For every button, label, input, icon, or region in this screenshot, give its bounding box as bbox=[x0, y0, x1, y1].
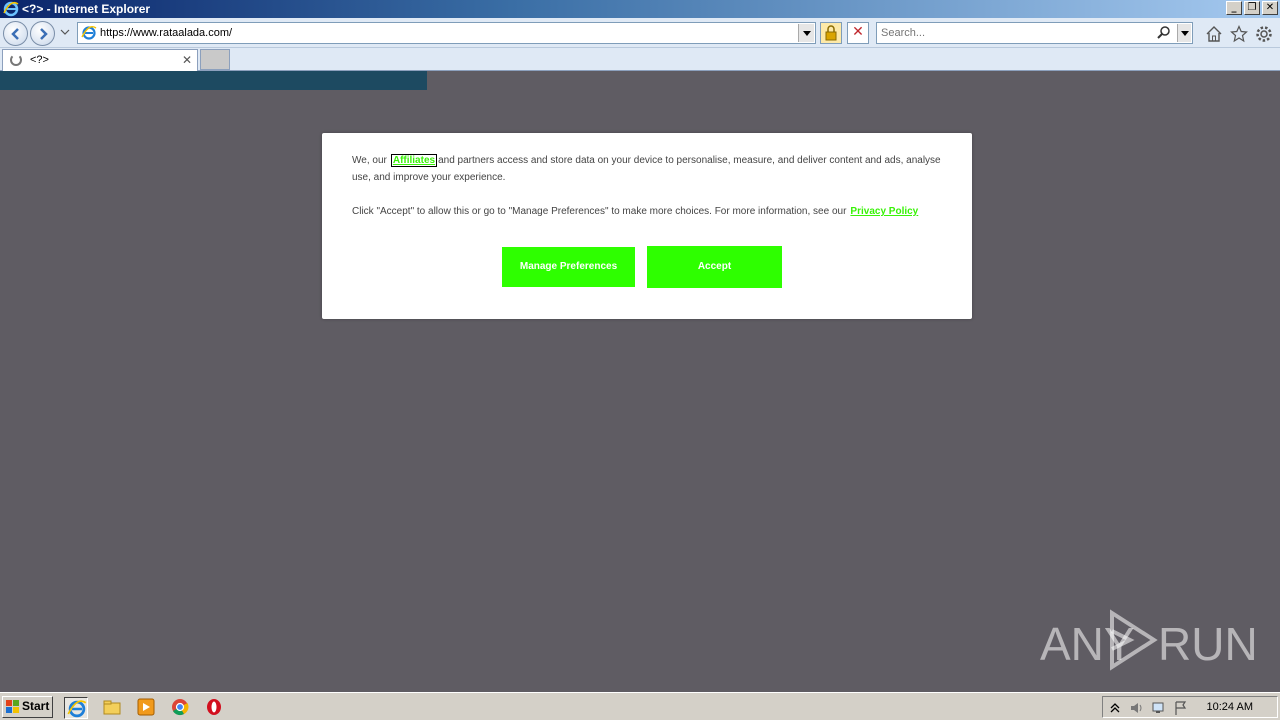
watermark-right-text: RUN bbox=[1158, 618, 1258, 670]
consent-text-suffix: and partners access and store data on yo… bbox=[352, 155, 941, 183]
start-button[interactable]: Start bbox=[2, 696, 53, 718]
action-center-flag-icon[interactable] bbox=[1173, 700, 1189, 716]
title-bar: <?> - Internet Explorer _ ❐ ✕ bbox=[0, 0, 1280, 18]
home-icon[interactable] bbox=[1205, 25, 1223, 43]
navigation-bar: https://www.rataalada.com/ ✕ bbox=[0, 18, 1280, 48]
affiliates-link[interactable]: Affiliates bbox=[390, 154, 438, 167]
favorites-star-icon[interactable] bbox=[1230, 25, 1248, 43]
windows-flag-icon bbox=[6, 700, 19, 713]
forward-icon bbox=[40, 28, 48, 40]
network-icon[interactable] bbox=[1151, 700, 1167, 716]
taskbar-media-player[interactable] bbox=[136, 697, 160, 719]
tab-title: <?> bbox=[30, 54, 49, 66]
minimize-button[interactable]: _ bbox=[1226, 1, 1242, 15]
back-icon bbox=[11, 28, 19, 40]
stop-icon: ✕ bbox=[852, 24, 864, 40]
consent-instructions: Click "Accept" to allow this or go to "M… bbox=[352, 203, 942, 220]
search-box[interactable] bbox=[876, 22, 1193, 44]
taskbar-chrome[interactable] bbox=[170, 697, 194, 719]
address-bar[interactable]: https://www.rataalada.com/ bbox=[77, 22, 816, 44]
system-tray: 10:24 AM bbox=[1102, 696, 1278, 718]
tab-row: <?> ✕ bbox=[0, 48, 1280, 71]
anyrun-watermark: ANY RUN bbox=[1040, 609, 1258, 679]
search-dropdown-button[interactable] bbox=[1177, 24, 1191, 42]
loading-spinner-icon bbox=[10, 54, 22, 66]
consent-text-prefix: We, our bbox=[352, 155, 387, 166]
ie-page-icon bbox=[81, 25, 97, 40]
forward-button[interactable] bbox=[30, 21, 55, 46]
back-button[interactable] bbox=[3, 21, 28, 46]
chrome-icon bbox=[172, 699, 189, 716]
taskbar-internet-explorer[interactable] bbox=[64, 697, 88, 719]
address-dropdown-button[interactable] bbox=[798, 24, 814, 42]
lock-button[interactable] bbox=[820, 22, 842, 44]
accept-button[interactable]: Accept bbox=[647, 246, 782, 288]
lock-icon bbox=[825, 25, 837, 41]
page-content: We, our Affiliates and partners access and… bbox=[0, 71, 1280, 692]
stop-button[interactable]: ✕ bbox=[847, 22, 869, 44]
gear-icon[interactable] bbox=[1255, 25, 1273, 43]
new-tab-button[interactable] bbox=[200, 49, 230, 70]
play-logo-icon bbox=[1110, 609, 1158, 671]
show-hidden-icons-icon[interactable] bbox=[1107, 700, 1123, 716]
privacy-policy-link[interactable]: Privacy Policy bbox=[850, 206, 918, 217]
history-dropdown-icon[interactable] bbox=[60, 27, 70, 37]
search-icon[interactable] bbox=[1156, 25, 1172, 41]
taskbar: Start 10:24 AM bbox=[0, 692, 1280, 720]
media-player-icon bbox=[137, 698, 155, 716]
consent-text: We, our Affiliates and partners access and… bbox=[352, 152, 942, 186]
restore-button[interactable]: ❐ bbox=[1244, 1, 1260, 15]
tab-close-icon[interactable]: ✕ bbox=[182, 53, 192, 67]
manage-preferences-button[interactable]: Manage Preferences bbox=[502, 247, 635, 287]
opera-icon bbox=[207, 699, 221, 715]
header-strip bbox=[0, 71, 427, 90]
cookie-consent-dialog: We, our Affiliates and partners access and… bbox=[322, 133, 972, 319]
tab-active[interactable]: <?> ✕ bbox=[2, 49, 198, 71]
search-input[interactable] bbox=[881, 26, 1151, 40]
url-text[interactable]: https://www.rataalada.com/ bbox=[100, 27, 232, 39]
clock[interactable]: 10:24 AM bbox=[1207, 701, 1253, 713]
taskbar-opera[interactable] bbox=[204, 697, 228, 719]
taskbar-file-explorer[interactable] bbox=[102, 697, 126, 719]
consent-instructions-text: Click "Accept" to allow this or go to "M… bbox=[352, 206, 847, 217]
close-button[interactable]: ✕ bbox=[1262, 1, 1278, 15]
volume-icon[interactable] bbox=[1129, 700, 1145, 716]
file-explorer-icon bbox=[103, 700, 121, 715]
window-title: <?> - Internet Explorer bbox=[22, 2, 151, 16]
ie-logo-icon bbox=[3, 1, 19, 17]
start-label: Start bbox=[22, 699, 50, 713]
internet-explorer-icon bbox=[67, 700, 87, 718]
